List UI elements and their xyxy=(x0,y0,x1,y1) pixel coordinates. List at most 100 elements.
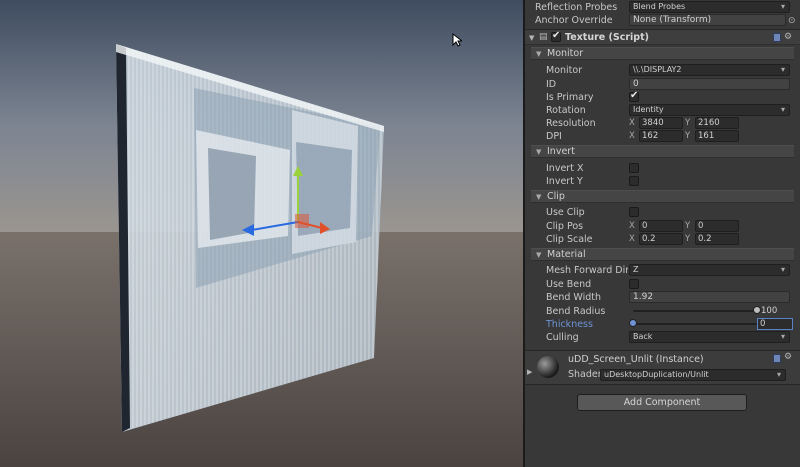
is-primary-label: Is Primary xyxy=(546,92,594,103)
gear-icon[interactable]: ⚙ xyxy=(784,352,792,362)
monitor-label: Monitor xyxy=(546,65,583,76)
foldout-triangle-icon[interactable]: ▼ xyxy=(529,33,534,43)
y-key-label: Y xyxy=(685,221,691,231)
x-key-label: X xyxy=(629,221,635,231)
invert-section-header[interactable]: ▼ Invert xyxy=(531,145,794,158)
monitor-section-header[interactable]: ▼ Monitor xyxy=(531,47,794,60)
scene-view[interactable] xyxy=(0,0,523,467)
component-enabled-checkbox[interactable] xyxy=(551,30,561,42)
bend-radius-slider-track[interactable] xyxy=(633,310,757,312)
thickness-slider-thumb[interactable] xyxy=(629,319,637,327)
bend-width-row: Bend Width 1.92 xyxy=(525,291,800,304)
clip-scale-x-field[interactable]: 0.2 xyxy=(639,233,683,245)
scene-canvas[interactable] xyxy=(0,0,523,467)
foldout-triangle-icon: ▼ xyxy=(536,193,542,201)
clip-pos-y-field[interactable]: 0 xyxy=(695,220,739,232)
thickness-label: Thickness xyxy=(546,319,593,330)
material-sphere-icon xyxy=(537,356,559,378)
rotation-label: Rotation xyxy=(546,105,586,116)
bend-width-label: Bend Width xyxy=(546,292,602,303)
rotation-dropdown[interactable]: Identity xyxy=(629,104,790,116)
invert-y-row: Invert Y xyxy=(525,175,800,188)
is-primary-row: Is Primary xyxy=(525,90,800,104)
use-clip-row: Use Clip xyxy=(525,206,800,219)
bend-width-field[interactable]: 1.92 xyxy=(629,291,790,303)
material-section-title: Material xyxy=(547,249,586,260)
clip-scale-x: X 0.2 xyxy=(629,233,683,245)
resolution-y-field[interactable]: 2160 xyxy=(695,117,739,129)
resolution-x-field[interactable]: 3840 xyxy=(639,117,683,129)
culling-label: Culling xyxy=(546,332,579,343)
mesh-forward-label: Mesh Forward Dire xyxy=(546,265,628,276)
anchor-override-field[interactable]: None (Transform) xyxy=(629,14,786,26)
invert-x-checkbox[interactable] xyxy=(629,163,639,173)
x-key-label: X xyxy=(629,118,635,128)
help-book-icon[interactable] xyxy=(773,354,781,363)
component-title: Texture (Script) xyxy=(565,32,649,43)
dpi-y-field[interactable]: 161 xyxy=(695,130,739,142)
use-bend-row: Use Bend xyxy=(525,278,800,291)
x-key-label: X xyxy=(629,131,635,141)
invert-y-label: Invert Y xyxy=(546,176,583,187)
thickness-value-field[interactable]: 0 xyxy=(757,318,793,330)
use-bend-checkbox[interactable] xyxy=(629,279,639,289)
reflection-probes-row: Reflection Probes Blend Probes xyxy=(525,1,800,14)
id-label: ID xyxy=(546,79,557,90)
id-row: ID 0 xyxy=(525,78,800,91)
clip-scale-y-field[interactable]: 0.2 xyxy=(695,233,739,245)
bend-radius-slider-thumb[interactable] xyxy=(753,306,761,314)
id-field[interactable]: 0 xyxy=(629,78,790,90)
script-icon: ▤ xyxy=(539,32,548,42)
bend-radius-row: Bend Radius 100 xyxy=(525,305,800,318)
clip-section-title: Clip xyxy=(547,191,565,202)
clip-pos-row: Clip Pos X0 Y0 xyxy=(525,220,800,233)
clip-scale-y: Y 0.2 xyxy=(685,233,739,245)
resolution-label: Resolution xyxy=(546,118,596,129)
foldout-triangle-icon[interactable]: ▶ xyxy=(527,367,532,377)
dpi-label: DPI xyxy=(546,131,562,142)
invert-x-label: Invert X xyxy=(546,163,584,174)
y-key-label: Y xyxy=(685,131,691,141)
help-book-icon[interactable] xyxy=(773,33,781,42)
add-component-button[interactable]: Add Component xyxy=(577,394,747,411)
is-primary-checkbox[interactable] xyxy=(629,90,639,102)
clip-scale-row: Clip Scale X 0.2 Y 0.2 xyxy=(525,233,800,246)
bend-radius-value[interactable]: 100 xyxy=(761,305,777,318)
resolution-x: X 3840 xyxy=(629,117,683,129)
monitor-dropdown[interactable]: \\.\DISPLAY2 xyxy=(629,64,790,76)
mouse-cursor-icon xyxy=(452,33,462,47)
invert-y-checkbox[interactable] xyxy=(629,176,639,186)
clip-pos-x-field[interactable]: 0 xyxy=(639,220,683,232)
clip-scale-label: Clip Scale xyxy=(546,234,593,245)
reflection-probes-dropdown[interactable]: Blend Probes xyxy=(629,1,790,13)
gizmo-plane-handle xyxy=(295,214,309,228)
use-clip-checkbox[interactable] xyxy=(629,207,639,217)
use-bend-label: Use Bend xyxy=(546,279,592,290)
shader-dropdown[interactable]: uDesktopDuplication/Unlit xyxy=(600,369,786,381)
gear-icon[interactable]: ⚙ xyxy=(784,32,792,42)
culling-dropdown[interactable]: Back xyxy=(629,331,790,343)
thickness-slider-track[interactable] xyxy=(633,323,757,325)
foldout-triangle-icon: ▼ xyxy=(536,148,542,156)
invert-section-title: Invert xyxy=(547,146,575,157)
foldout-triangle-icon: ▼ xyxy=(536,251,542,259)
dpi-x-field[interactable]: 162 xyxy=(639,130,683,142)
object-picker-icon[interactable]: ⊙ xyxy=(788,16,796,26)
invert-x-row: Invert X xyxy=(525,162,800,175)
material-asset-block: ▶ uDD_Screen_Unlit (Instance) Shader uDe… xyxy=(525,350,800,385)
dpi-row: DPI X 162 Y 161 xyxy=(525,130,800,143)
material-name: uDD_Screen_Unlit (Instance) xyxy=(568,354,704,365)
clip-pos-x: X0 xyxy=(629,220,683,232)
mesh-forward-dropdown[interactable]: Z xyxy=(629,264,790,276)
material-section-header[interactable]: ▼ Material xyxy=(531,248,794,261)
clip-section-header[interactable]: ▼ Clip xyxy=(531,190,794,203)
culling-row: Culling Back xyxy=(525,331,800,344)
reflection-probes-label: Reflection Probes xyxy=(535,2,618,13)
thickness-row: Thickness 0 xyxy=(525,318,800,331)
monitor-section-title: Monitor xyxy=(547,48,584,59)
texture-script-header[interactable]: ▼ ▤ Texture (Script) ⚙ xyxy=(525,29,800,45)
rotation-row: Rotation Identity xyxy=(525,104,800,117)
x-key-label: X xyxy=(629,234,635,244)
mesh-forward-row: Mesh Forward Dire Z xyxy=(525,264,800,277)
resolution-row: Resolution X 3840 Y 2160 xyxy=(525,117,800,130)
